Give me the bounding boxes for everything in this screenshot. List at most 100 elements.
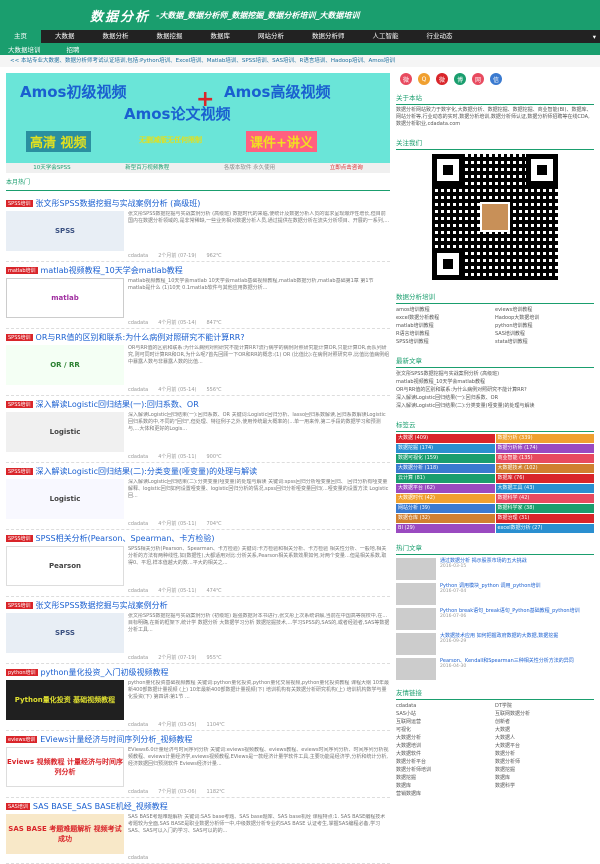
banner-link-spss[interactable]: 10天学会SPSS bbox=[33, 163, 70, 173]
article-item[interactable]: python培训 python量化投资_入门初级视频教程 Python量化投资 基础… bbox=[6, 664, 391, 731]
article-tag[interactable]: SPSS培训 bbox=[6, 602, 33, 609]
nav-expand-icon[interactable]: ▾ bbox=[593, 33, 600, 41]
hot-item[interactable]: Pearson、Kendall和Spearman三种相关性分析方法的异同 2016… bbox=[396, 658, 594, 680]
article-tag[interactable]: matlab培训 bbox=[6, 267, 38, 274]
friend-link[interactable]: 数据分析平台 bbox=[396, 758, 495, 766]
latest-link[interactable]: 张文彤SPSS数据挖掘与实战案例分析 (高级班) bbox=[396, 370, 594, 378]
article-item[interactable]: SPSS培训 张文彤SPSS数据挖掘与实战案例分析 (高级班) SPSS 张文彤SPS… bbox=[6, 195, 391, 262]
article-title-text[interactable]: matlab视频教程_10天学会matlab教程 bbox=[41, 265, 183, 276]
hot-thumbnail[interactable] bbox=[396, 583, 437, 605]
nav-bigdata[interactable]: 大数据 bbox=[41, 30, 89, 43]
tag-item[interactable]: 大数据分析 (118) bbox=[396, 464, 495, 473]
training-link[interactable]: python培训教程 bbox=[495, 322, 594, 330]
friend-link[interactable]: 互联网运营 bbox=[396, 718, 495, 726]
article-author[interactable]: cdadata bbox=[128, 454, 148, 460]
article-title[interactable]: python培训 python量化投资_入门初级视频教程 bbox=[6, 667, 390, 678]
promo-banner[interactable]: Amos初级视频 + Amos高级视频 Amos论文视频 高清 视频 无删减版无… bbox=[6, 73, 391, 163]
nav-industry[interactable]: 行业动态 bbox=[413, 30, 467, 43]
training-link[interactable]: amos培训教程 bbox=[396, 306, 495, 314]
hot-item[interactable]: 通过数据分析 揭示股票市场的五大挑战 2016-03-15 bbox=[396, 558, 594, 580]
article-item[interactable]: eviews培训 EViews计量经济与时间序列分析_视频教程 Eviews 视频教… bbox=[6, 731, 391, 798]
friend-link[interactable]: 数据分析师培训 bbox=[396, 766, 495, 774]
article-thumbnail[interactable]: Logistic bbox=[6, 479, 124, 519]
tag-item[interactable]: 数据分析 (339) bbox=[495, 434, 594, 443]
friend-link[interactable]: 数据挖掘 bbox=[495, 766, 594, 774]
subnav-training[interactable]: 大数据培训 bbox=[8, 44, 41, 54]
article-thumbnail[interactable]: matlab bbox=[6, 278, 124, 318]
article-author[interactable]: cdadata bbox=[128, 521, 148, 527]
social-icon[interactable]: 微 bbox=[400, 73, 413, 85]
tag-item[interactable]: 大数据时代 (42) bbox=[396, 494, 495, 503]
tag-item[interactable]: 大数据工具 (43) bbox=[495, 484, 594, 493]
article-author[interactable]: cdadata bbox=[128, 855, 148, 861]
article-title-text[interactable]: python量化投资_入门初级视频教程 bbox=[41, 667, 169, 678]
hot-thumbnail[interactable] bbox=[396, 658, 437, 680]
article-title[interactable]: eviews培训 EViews计量经济与时间序列分析_视频教程 bbox=[6, 734, 390, 745]
article-title-text[interactable]: EViews计量经济与时间序列分析_视频教程 bbox=[40, 734, 192, 745]
friend-link[interactable]: 数据库 bbox=[396, 782, 495, 790]
tag-item[interactable]: 数据挖掘 (174) bbox=[396, 444, 495, 453]
hot-thumbnail[interactable] bbox=[396, 558, 437, 580]
friend-link[interactable]: 数据分析师 bbox=[495, 758, 594, 766]
article-tag[interactable]: python培训 bbox=[6, 669, 38, 676]
article-title-text[interactable]: 深入解读Logistic回归结果(二):分类变量(哑变量)的处理与解读 bbox=[36, 466, 258, 477]
nav-mining[interactable]: 数据挖掘 bbox=[143, 30, 197, 43]
training-link[interactable]: SPSS培训教程 bbox=[396, 338, 495, 346]
tag-item[interactable]: 数据科学 (42) bbox=[495, 494, 594, 503]
nav-home[interactable]: 主页 bbox=[0, 30, 41, 43]
friend-link[interactable]: 数据库 bbox=[495, 774, 594, 782]
article-title[interactable]: SPSS培训 OR与RR值的区别和联系:为什么病例对照研究不能计算RR? bbox=[6, 332, 390, 343]
article-item[interactable]: SPSS培训 深入解读Logistic回归结果(二):分类变量(哑变量)的处理与解… bbox=[6, 463, 391, 530]
friend-link[interactable]: 数据挖掘 bbox=[396, 774, 495, 782]
article-title[interactable]: SPSS培训 张文彤SPSS数据挖掘与实战案例分析 (高级班) bbox=[6, 198, 390, 209]
friend-link[interactable]: 大数据人 bbox=[495, 734, 594, 742]
friend-link[interactable]: 大数据软件 bbox=[396, 750, 495, 758]
article-tag[interactable]: SPSS培训 bbox=[6, 468, 33, 475]
article-thumbnail[interactable]: Logistic bbox=[6, 412, 124, 452]
article-author[interactable]: cdadata bbox=[128, 253, 148, 259]
article-title-text[interactable]: 深入解读Logistic回归结果(一):回归系数、OR bbox=[36, 399, 199, 410]
article-tag[interactable]: SPSS培训 bbox=[6, 200, 33, 207]
hot-thumbnail[interactable] bbox=[396, 633, 437, 655]
article-author[interactable]: cdadata bbox=[128, 588, 148, 594]
friend-link[interactable]: 创新者 bbox=[495, 718, 594, 726]
friend-link[interactable]: DT学院 bbox=[495, 702, 594, 710]
article-title[interactable]: SPSS培训 SPSS相关分析(Pearson、Spearman、卡方检验) bbox=[6, 533, 390, 544]
tag-item[interactable]: 云计算 (81) bbox=[396, 474, 495, 483]
article-thumbnail[interactable]: SAS BASE 考题难题解析 视频考试成功 bbox=[6, 814, 124, 854]
friend-link[interactable]: cdadata bbox=[396, 702, 495, 710]
article-tag[interactable]: SPSS培训 bbox=[6, 334, 33, 341]
article-tag[interactable]: SPSS培训 bbox=[6, 535, 33, 542]
tag-item[interactable]: BI (29) bbox=[396, 524, 495, 533]
tag-item[interactable]: 大数据平台 (62) bbox=[396, 484, 495, 493]
friend-link[interactable]: 互联网数据分析 bbox=[495, 710, 594, 718]
tag-item[interactable]: 大数据技术 (102) bbox=[495, 464, 594, 473]
article-title[interactable]: SAS培训 SAS BASE_SAS BASE机经_视频教程 bbox=[6, 801, 390, 812]
friend-link[interactable]: 营销数据库 bbox=[396, 790, 495, 798]
announcement-ticker[interactable]: << 本站专业大数据、数据分析师考试认证培训,包括:Python培训、Excel… bbox=[0, 55, 600, 67]
tag-item[interactable]: 商业智能 (135) bbox=[495, 454, 594, 463]
nav-web-analysis[interactable]: 网站分析 bbox=[244, 30, 298, 43]
subnav-jobs[interactable]: 招聘 bbox=[67, 44, 80, 54]
social-icon[interactable]: 博 bbox=[454, 73, 467, 85]
article-title[interactable]: SPSS培训 深入解读Logistic回归结果(一):回归系数、OR bbox=[6, 399, 390, 410]
article-item[interactable]: SPSS培训 SPSS相关分析(Pearson、Spearman、卡方检验) Pea… bbox=[6, 530, 391, 597]
article-item[interactable]: SPSS培训 OR与RR值的区别和联系:为什么病例对照研究不能计算RR? OR / … bbox=[6, 329, 391, 396]
nav-analysis[interactable]: 数据分析 bbox=[89, 30, 143, 43]
article-tag[interactable]: SAS培训 bbox=[6, 803, 30, 810]
article-tag[interactable]: eviews培训 bbox=[6, 736, 38, 743]
training-link[interactable]: eviews培训教程 bbox=[495, 306, 594, 314]
article-author[interactable]: cdadata bbox=[128, 655, 148, 661]
article-title[interactable]: SPSS培训 张文彤SPSS数据挖掘与实战案例分析 bbox=[6, 600, 390, 611]
tag-item[interactable]: excel数据分析 (27) bbox=[495, 524, 594, 533]
article-title-text[interactable]: 张文彤SPSS数据挖掘与实战案例分析 bbox=[36, 600, 168, 611]
article-thumbnail[interactable]: OR / RR bbox=[6, 345, 124, 385]
article-item[interactable]: SPSS培训 深入解读Logistic回归结果(一):回归系数、OR Logisti… bbox=[6, 396, 391, 463]
training-link[interactable]: SAS培训教程 bbox=[495, 330, 594, 338]
article-thumbnail[interactable]: SPSS bbox=[6, 613, 124, 653]
article-author[interactable]: cdadata bbox=[128, 387, 148, 393]
social-icon[interactable]: 网 bbox=[472, 73, 485, 85]
article-thumbnail[interactable]: SPSS bbox=[6, 211, 124, 251]
article-tag[interactable]: SPSS培训 bbox=[6, 401, 33, 408]
article-author[interactable]: cdadata bbox=[128, 789, 148, 795]
